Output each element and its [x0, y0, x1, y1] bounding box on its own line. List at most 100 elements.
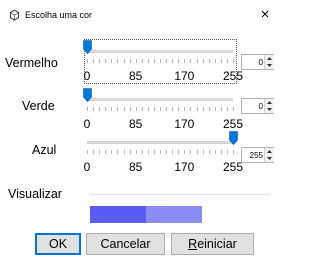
- green-label: Verde: [22, 99, 55, 113]
- slider-tick-label: 170: [174, 69, 195, 83]
- slider-tick-label: 255: [222, 117, 244, 131]
- slider-tick: [214, 107, 216, 111]
- slider-tick-label: 170: [174, 160, 195, 174]
- slider-tick: [160, 59, 161, 63]
- slider-tick: [220, 150, 222, 154]
- red-value-input[interactable]: 0: [243, 56, 263, 69]
- slider-tick: [87, 150, 88, 154]
- slider-tick: [214, 150, 216, 154]
- slider-tick: [172, 150, 174, 154]
- green-slider[interactable]: 0 85 170 255: [83, 88, 243, 131]
- close-button[interactable]: ×: [256, 6, 274, 24]
- slider-tick: [153, 150, 155, 154]
- slider-tick: [141, 150, 143, 154]
- spin-up-icon[interactable]: [265, 99, 274, 106]
- slider-tick: [233, 59, 234, 63]
- slider-tick: [111, 59, 113, 63]
- slider-tick: [105, 59, 107, 63]
- slider-tick: [153, 59, 155, 63]
- slider-tick: [184, 150, 186, 154]
- slider-tick-label: 0: [83, 117, 91, 131]
- red-spinbox[interactable]: 0: [241, 54, 274, 70]
- slider-tick: [99, 107, 101, 111]
- slider-tick: [123, 107, 125, 111]
- spin-buttons: [264, 148, 274, 162]
- slider-tick-label: 85: [128, 69, 143, 83]
- slider-tick: [141, 107, 143, 111]
- slider-tick: [123, 150, 125, 154]
- slider-tick: [172, 107, 174, 111]
- slider-tick: [178, 107, 180, 111]
- slider-tick: [178, 59, 180, 63]
- slider-tick: [147, 107, 149, 111]
- spin-up-icon[interactable]: [265, 55, 274, 62]
- spin-up-icon[interactable]: [265, 148, 274, 155]
- spin-down-icon[interactable]: [265, 155, 274, 162]
- slider-tick-label: 0: [83, 69, 91, 83]
- slider-tick: [93, 107, 95, 111]
- slider-tick-label: 85: [128, 117, 143, 131]
- slider-tick: [226, 150, 228, 154]
- slider-tick: [184, 107, 186, 111]
- slider-tick: [105, 150, 107, 154]
- slider-tick: [117, 150, 119, 154]
- slider-tick: [178, 150, 180, 154]
- reset-button[interactable]: Reiniciar: [171, 233, 254, 255]
- slider-tick: [208, 150, 210, 154]
- green-value-input[interactable]: 0: [243, 100, 263, 113]
- window-title: Escolha uma cor: [25, 10, 93, 20]
- slider-tick: [233, 150, 234, 154]
- slider-tick: [166, 107, 168, 111]
- slider-tick: [208, 107, 210, 111]
- group-divider: [90, 194, 270, 195]
- slider-tick-label: 0: [83, 160, 91, 174]
- slider-tick: [220, 107, 222, 111]
- slider-tick: [202, 107, 204, 111]
- reset-label: einiciar: [197, 237, 237, 251]
- slider-tick: [99, 59, 101, 63]
- red-slider[interactable]: 0 85 170 255: [83, 40, 243, 83]
- slider-tick: [190, 150, 192, 154]
- slider-tick: [135, 150, 137, 154]
- spin-buttons: [264, 55, 274, 69]
- slider-tick: [93, 150, 95, 154]
- slider-thumb[interactable]: [83, 88, 92, 102]
- slider-tick: [226, 107, 228, 111]
- slider-tick: [202, 59, 204, 63]
- current-color-swatch: [90, 206, 146, 223]
- ok-button[interactable]: OK: [35, 233, 81, 255]
- slider-tick: [196, 150, 198, 154]
- spin-down-icon[interactable]: [265, 106, 274, 113]
- blue-slider[interactable]: 0 85 170 255: [84, 131, 243, 174]
- slider-tick: [190, 59, 192, 63]
- slider-track: [87, 98, 233, 101]
- slider-tick: [166, 59, 168, 63]
- slider-tick: [153, 107, 155, 111]
- slider-tick: [111, 107, 113, 111]
- red-label: Vermelho: [5, 56, 58, 70]
- slider-tick: [93, 59, 95, 63]
- slider-tick: [135, 59, 137, 63]
- blue-value-input[interactable]: 255: [243, 149, 263, 162]
- previous-color-swatch: [146, 206, 202, 223]
- slider-tick: [226, 59, 228, 63]
- color-wheel-icon: [9, 9, 20, 21]
- slider-thumb[interactable]: [229, 131, 238, 145]
- blue-spinbox[interactable]: 255: [241, 147, 274, 163]
- blue-label: Azul: [32, 143, 57, 157]
- slider-tick: [233, 107, 234, 111]
- slider-tick: [105, 107, 107, 111]
- slider-tick: [220, 59, 222, 63]
- slider-tick: [129, 59, 131, 63]
- spin-down-icon[interactable]: [265, 62, 274, 69]
- slider-thumb[interactable]: [83, 40, 92, 54]
- title-bar: Escolha uma cor ×: [0, 0, 278, 32]
- slider-tick: [214, 59, 216, 63]
- green-spinbox[interactable]: 0: [241, 98, 274, 114]
- slider-tick: [190, 107, 192, 111]
- cancel-button[interactable]: Cancelar: [86, 233, 165, 255]
- slider-tick: [117, 59, 119, 63]
- slider-tick-label: 85: [128, 160, 143, 174]
- slider-tick: [172, 59, 174, 63]
- slider-tick: [196, 107, 198, 111]
